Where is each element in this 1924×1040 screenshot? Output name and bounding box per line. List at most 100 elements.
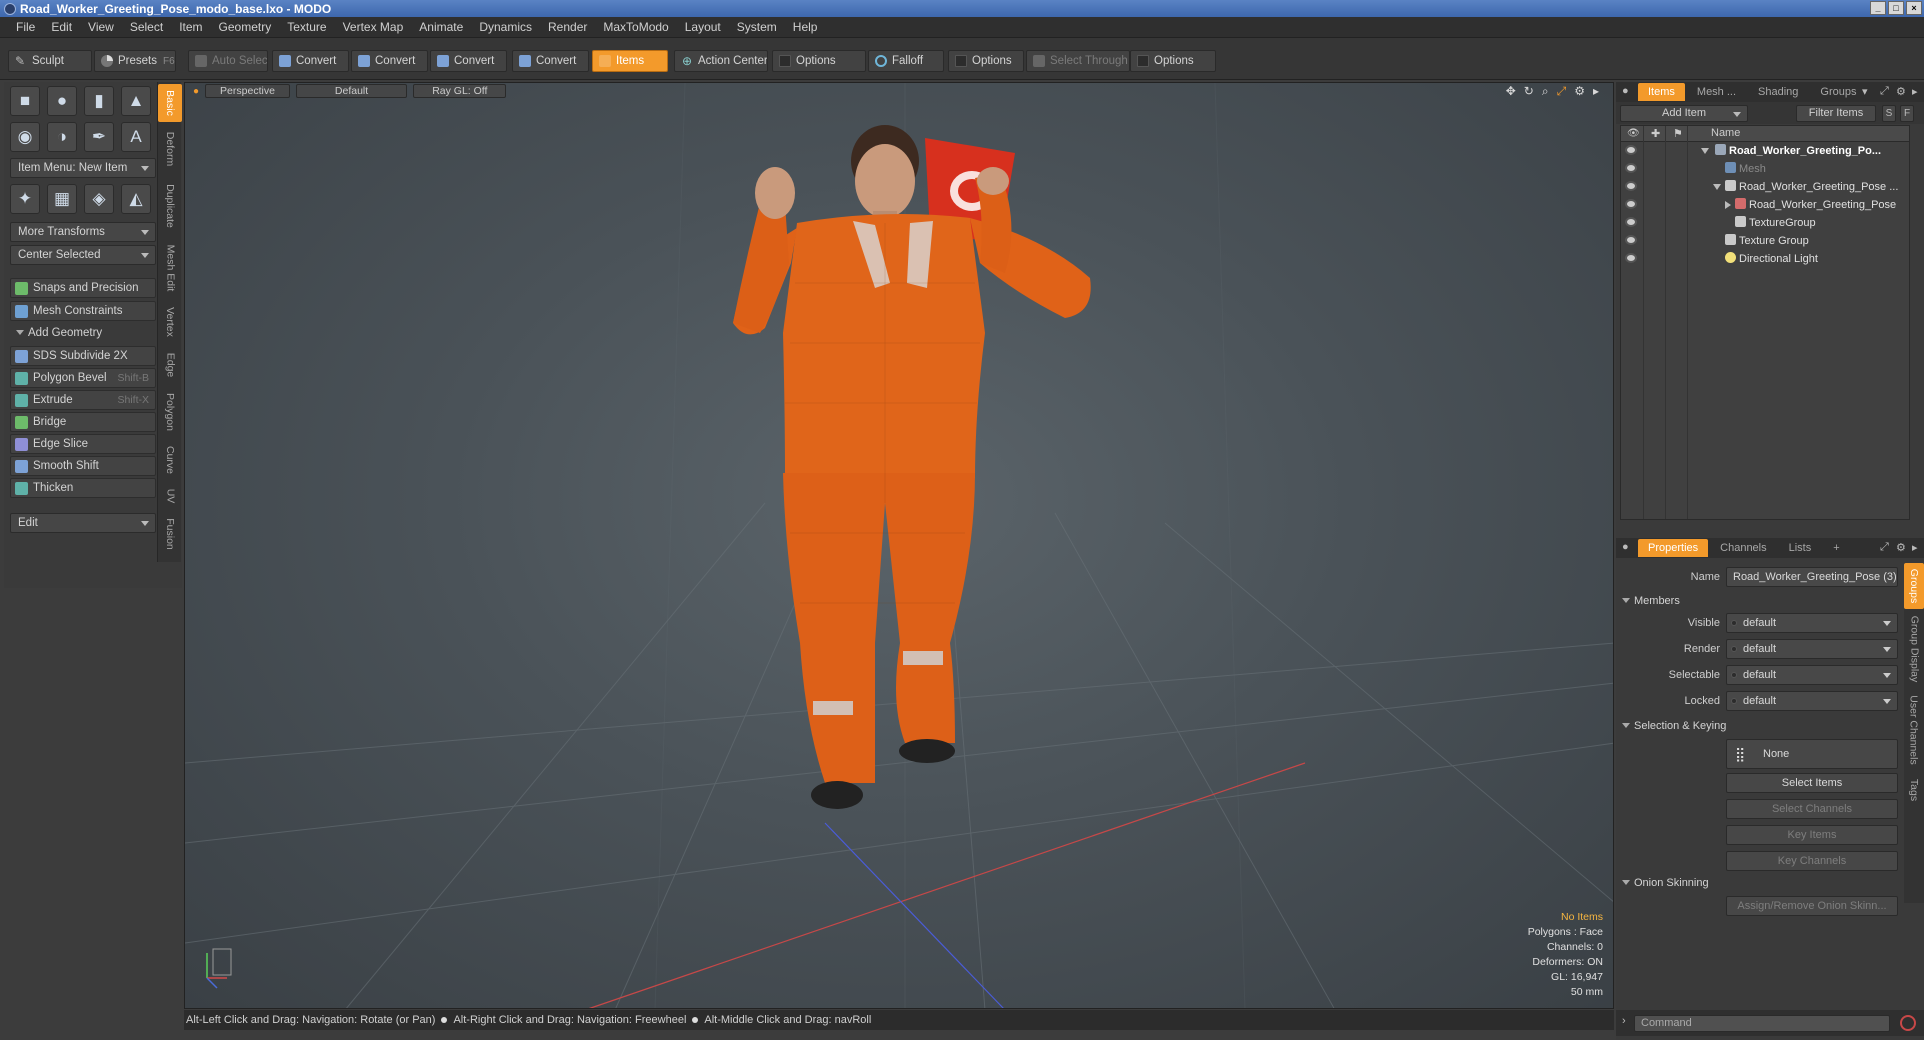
onion-skinning-section[interactable]: Onion Skinning bbox=[1620, 874, 1709, 892]
3d-viewport[interactable]: ● Perspective Default Ray GL: Off ✥ ↻ ⌕ … bbox=[184, 82, 1614, 1009]
menu-help[interactable]: Help bbox=[785, 20, 826, 34]
torus-icon[interactable]: ◉ bbox=[10, 122, 40, 152]
tree-row-directional-light[interactable]: Directional Light bbox=[1621, 250, 1909, 268]
tree-row-texturegroup[interactable]: TextureGroup bbox=[1621, 214, 1909, 232]
bridge-button[interactable]: Bridge bbox=[10, 412, 156, 432]
expand-triangle-icon[interactable] bbox=[1725, 201, 1731, 209]
visibility-eye-icon[interactable] bbox=[1625, 217, 1637, 227]
extrude-button[interactable]: Extrude Shift-X bbox=[10, 390, 156, 410]
tab-tags[interactable]: Tags bbox=[1904, 773, 1924, 807]
smooth-shift-button[interactable]: Smooth Shift bbox=[10, 456, 156, 476]
select-items-button[interactable]: Select Items bbox=[1726, 773, 1898, 793]
filter-items-button[interactable]: Filter Items bbox=[1796, 105, 1876, 122]
checkbox-icon[interactable] bbox=[1137, 55, 1149, 67]
tab-lists[interactable]: Lists bbox=[1779, 539, 1822, 557]
expand-icon[interactable]: ⤢ bbox=[1880, 541, 1889, 554]
render-dropdown[interactable]: default bbox=[1726, 639, 1898, 659]
pyramid-icon[interactable]: ◭ bbox=[121, 184, 151, 214]
polygon-bevel-button[interactable]: Polygon Bevel Shift-B bbox=[10, 368, 156, 388]
menu-file[interactable]: File bbox=[8, 20, 43, 34]
raygl-dropdown[interactable]: Ray GL: Off bbox=[413, 84, 507, 98]
tab-curve[interactable]: Curve bbox=[158, 440, 182, 480]
tab-properties[interactable]: Properties bbox=[1638, 539, 1709, 557]
tab-user-channels[interactable]: User Channels bbox=[1904, 689, 1924, 771]
expand-icon[interactable]: ⤢ bbox=[1880, 85, 1889, 98]
chevron-right-icon[interactable]: › bbox=[1622, 1015, 1626, 1027]
minimize-button[interactable]: _ bbox=[1870, 1, 1886, 15]
visibility-eye-icon[interactable] bbox=[1625, 199, 1637, 209]
gear-icon[interactable]: ⚙ bbox=[1574, 84, 1585, 99]
members-section[interactable]: Members bbox=[1620, 592, 1680, 610]
more-transforms-dropdown[interactable]: More Transforms bbox=[10, 222, 156, 242]
falloff-button[interactable]: Falloff bbox=[868, 50, 944, 72]
tab-edge[interactable]: Edge bbox=[158, 346, 182, 384]
visibility-eye-icon[interactable] bbox=[1625, 181, 1637, 191]
presets-button[interactable]: Presets F6 bbox=[94, 50, 176, 72]
menu-texture[interactable]: Texture bbox=[279, 20, 334, 34]
menu-vertex-map[interactable]: Vertex Map bbox=[335, 20, 412, 34]
action-center-button[interactable]: ⊕ Action Center bbox=[674, 50, 768, 72]
close-button[interactable]: × bbox=[1906, 1, 1922, 15]
add-item-button[interactable]: Add Item bbox=[1620, 105, 1748, 122]
snaps-precision-button[interactable]: Snaps and Precision bbox=[10, 278, 156, 298]
none-button[interactable]: ⣿ None bbox=[1726, 739, 1898, 769]
tree-row-texture-group[interactable]: Texture Group bbox=[1621, 232, 1909, 250]
gear-icon[interactable]: ⚙ bbox=[1896, 541, 1906, 554]
record-icon[interactable] bbox=[1900, 1015, 1916, 1031]
locked-dropdown[interactable]: default bbox=[1726, 691, 1898, 711]
text-tool-icon[interactable]: A bbox=[121, 122, 151, 152]
tab-uv[interactable]: UV bbox=[158, 482, 182, 510]
tab-basic[interactable]: Basic bbox=[158, 84, 182, 122]
expand-triangle-icon[interactable] bbox=[1701, 148, 1709, 154]
perspective-dropdown[interactable]: Perspective bbox=[205, 84, 290, 98]
tab-shading[interactable]: Shading bbox=[1748, 83, 1808, 101]
select-through-button[interactable]: Select Through bbox=[1026, 50, 1130, 72]
assign-remove-onion-button[interactable]: Assign/Remove Onion Skinn... bbox=[1726, 896, 1898, 916]
tab-mesh-edit[interactable]: Mesh Edit bbox=[158, 238, 182, 298]
tab-polygon[interactable]: Polygon bbox=[158, 386, 182, 438]
edge-slice-button[interactable]: Edge Slice bbox=[10, 434, 156, 454]
key-channels-button[interactable]: Key Channels bbox=[1726, 851, 1898, 871]
convert-vertices-button[interactable]: Convert bbox=[272, 50, 349, 72]
menu-select[interactable]: Select bbox=[122, 20, 171, 34]
tab-groups[interactable]: Groups bbox=[1810, 83, 1866, 101]
cube-icon[interactable]: ■ bbox=[10, 86, 40, 116]
center-selected-dropdown[interactable]: Center Selected bbox=[10, 245, 156, 265]
fit-icon[interactable]: ⤢ bbox=[1557, 84, 1567, 99]
falloff-options-button[interactable]: Options bbox=[948, 50, 1024, 72]
visible-dropdown[interactable]: default bbox=[1726, 613, 1898, 633]
sculpt-button[interactable]: ✎ Sculpt bbox=[8, 50, 92, 72]
auto-select-button[interactable]: Auto Select bbox=[188, 50, 268, 72]
menu-item[interactable]: Item bbox=[171, 20, 210, 34]
convert-polygons-button[interactable]: Convert bbox=[430, 50, 507, 72]
menu-animate[interactable]: Animate bbox=[411, 20, 471, 34]
select-through-options-button[interactable]: Options bbox=[1130, 50, 1216, 72]
convert-edges-button[interactable]: Convert bbox=[351, 50, 428, 72]
panel-menu-icon[interactable]: ● bbox=[1622, 541, 1629, 553]
items-mode-button[interactable]: Items bbox=[592, 50, 668, 72]
sphere-mesh-icon[interactable]: ◈ bbox=[84, 184, 114, 214]
convert-materials-button[interactable]: Convert bbox=[512, 50, 589, 72]
checkbox-icon[interactable] bbox=[779, 55, 791, 67]
chevron-right-icon[interactable]: ▸ bbox=[1912, 541, 1918, 554]
item-menu-dropdown[interactable]: Item Menu: New Item bbox=[10, 158, 156, 178]
selectable-dropdown[interactable]: default bbox=[1726, 665, 1898, 685]
tab-group-display[interactable]: Group Display bbox=[1904, 611, 1924, 687]
zoom-icon[interactable]: ⌕ bbox=[1542, 84, 1549, 99]
visibility-eye-icon[interactable] bbox=[1625, 235, 1637, 245]
panel-menu-icon[interactable]: ● bbox=[1622, 85, 1629, 97]
s-button[interactable]: S bbox=[1882, 105, 1896, 122]
tree-row-model[interactable]: Road_Worker_Greeting_Pose bbox=[1621, 196, 1909, 214]
viewport-menu-icon[interactable]: ● bbox=[193, 86, 199, 97]
road-worker-model[interactable] bbox=[733, 125, 1091, 809]
gear-icon[interactable]: ⚙ bbox=[1896, 85, 1906, 98]
visibility-eye-icon[interactable] bbox=[1625, 163, 1637, 173]
tab-deform[interactable]: Deform bbox=[158, 124, 182, 174]
menu-render[interactable]: Render bbox=[540, 20, 595, 34]
cylinder-icon[interactable]: ▮ bbox=[84, 86, 114, 116]
tab-channels[interactable]: Channels bbox=[1710, 539, 1776, 557]
sds-subdivide-button[interactable]: SDS Subdivide 2X bbox=[10, 346, 156, 366]
tree-row-scene[interactable]: Road_Worker_Greeting_Po... bbox=[1621, 142, 1909, 160]
pan-icon[interactable]: ✥ bbox=[1506, 84, 1516, 99]
menu-edit[interactable]: Edit bbox=[43, 20, 80, 34]
